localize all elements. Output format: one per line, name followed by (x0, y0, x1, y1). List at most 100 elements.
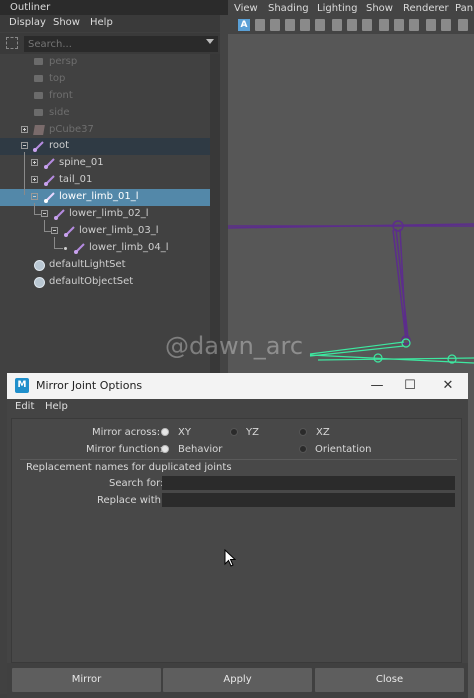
camera-icon (34, 109, 43, 116)
mirror-across-label: Mirror across: (92, 427, 161, 438)
tree-item-label: lower_limb_01_l (59, 191, 139, 202)
mirror-button[interactable]: Mirror (12, 668, 161, 692)
dialog-titlebar[interactable]: M Mirror Joint Options — ☐ ✕ (7, 373, 468, 399)
radio-xy-label[interactable]: XY (178, 427, 191, 438)
tree-item-front[interactable]: front (0, 88, 210, 105)
tree-item-label: pCube37 (49, 124, 94, 135)
search-for-field[interactable] (162, 476, 455, 490)
collapse-icon[interactable] (21, 142, 28, 149)
tree-item-label: persp (49, 56, 78, 67)
dialog-button-bar: Mirror Apply Close (7, 663, 468, 698)
tree-item-persp[interactable]: persp (0, 54, 210, 71)
expand-icon[interactable] (31, 159, 38, 166)
joint-icon (74, 243, 85, 254)
tree-item-pcube37[interactable]: pCube37 (0, 122, 210, 139)
maximize-button[interactable]: ☐ (392, 373, 428, 399)
radio-xz-label[interactable]: XZ (316, 427, 330, 438)
menu-help[interactable]: Help (45, 401, 68, 412)
tree-item-label: side (49, 107, 70, 118)
set-icon (34, 277, 45, 288)
tree-item-lower-limb-04-l[interactable]: lower_limb_04_l (0, 240, 210, 257)
tree-item-top[interactable]: top (0, 71, 210, 88)
tree-item-label: defaultObjectSet (49, 276, 134, 287)
collapse-icon[interactable] (31, 193, 38, 200)
expand-icon[interactable] (21, 126, 28, 133)
tree-item-root[interactable]: root (0, 138, 210, 155)
joint-chain-selected (309, 338, 474, 364)
replace-with-field[interactable] (162, 493, 455, 507)
tree-item-label: front (49, 90, 73, 101)
radio-behavior-label[interactable]: Behavior (178, 444, 222, 455)
tree-guide-line (44, 231, 52, 232)
joint-icon (44, 158, 55, 169)
joint-icon (44, 175, 55, 186)
mirror-joint-options-dialog: M Mirror Joint Options — ☐ ✕ Edit Help M… (7, 373, 468, 698)
search-dropdown-icon[interactable] (206, 39, 214, 44)
maya-app-icon: M (15, 378, 29, 393)
expand-icon[interactable] (31, 176, 38, 183)
tree-item-default-light-set[interactable]: defaultLightSet (0, 257, 210, 274)
search-for-label: Search for: (109, 478, 164, 489)
mirror-function-label: Mirror function: (86, 444, 163, 455)
close-button[interactable]: Close (315, 668, 464, 692)
tree-guide-line (34, 214, 42, 215)
replace-with-label: Replace with: (97, 495, 165, 506)
set-icon (34, 260, 45, 271)
camera-icon (34, 58, 43, 65)
camera-icon (34, 75, 43, 82)
menu-help[interactable]: Help (90, 17, 113, 28)
dialog-title: Mirror Joint Options (36, 379, 143, 392)
tree-item-lower-limb-03-l[interactable]: lower_limb_03_l (0, 223, 210, 240)
joint-icon (33, 141, 44, 152)
joint-chain-purple (228, 220, 474, 345)
outliner-menubar: Display Show Help (0, 15, 220, 32)
tree-item-label: root (49, 140, 70, 151)
apply-button[interactable]: Apply (163, 668, 312, 692)
tree-guide-line (24, 152, 25, 195)
tree-item-label: lower_limb_03_l (79, 225, 159, 236)
radio-orientation-label[interactable]: Orientation (315, 444, 371, 455)
tree-item-label: defaultLightSet (49, 259, 126, 270)
collapse-icon[interactable] (41, 210, 48, 217)
tree-item-label: lower_limb_02_l (69, 208, 149, 219)
watermark-text: @dawn_arc (165, 332, 304, 360)
outliner-title: Outliner (0, 0, 228, 15)
leaf-dot-icon (64, 247, 67, 250)
mouse-cursor-icon (224, 549, 236, 567)
tree-item-lower-limb-01-l[interactable]: lower_limb_01_l (0, 189, 210, 206)
radio-xz[interactable] (299, 428, 307, 436)
collapse-icon[interactable] (51, 227, 58, 234)
tree-item-label: tail_01 (59, 174, 93, 185)
joint-icon (44, 192, 55, 203)
joint-icon (54, 209, 65, 220)
tree-item-default-object-set[interactable]: defaultObjectSet (0, 274, 210, 291)
close-window-button[interactable]: ✕ (430, 373, 466, 399)
filter-icon[interactable] (6, 37, 18, 49)
replacement-section-header: Replacement names for duplicated joints (26, 462, 232, 473)
menu-edit[interactable]: Edit (15, 401, 34, 412)
tree-item-lower-limb-02-l[interactable]: lower_limb_02_l (0, 206, 210, 223)
section-separator (20, 459, 457, 460)
radio-behavior[interactable] (161, 445, 169, 453)
outliner-search-row (0, 33, 220, 55)
dialog-body: Mirror across: XY YZ XZ Mirror function:… (11, 418, 462, 663)
menu-show[interactable]: Show (53, 17, 80, 28)
outliner-search-input[interactable] (24, 36, 218, 52)
mesh-icon (33, 125, 45, 135)
tree-item-side[interactable]: side (0, 105, 210, 122)
dialog-menubar: Edit Help (7, 399, 468, 415)
tree-item-spine-01[interactable]: spine_01 (0, 155, 210, 172)
tree-item-label: lower_limb_04_l (89, 242, 169, 253)
tree-guide-line (54, 248, 63, 249)
menu-display[interactable]: Display (9, 17, 46, 28)
camera-icon (34, 92, 43, 99)
radio-yz[interactable] (230, 428, 238, 436)
tree-item-tail-01[interactable]: tail_01 (0, 172, 210, 189)
radio-orientation[interactable] (299, 445, 307, 453)
tree-item-label: top (49, 73, 66, 84)
radio-xy[interactable] (161, 428, 169, 436)
joint-icon (64, 226, 75, 237)
minimize-button[interactable]: — (359, 373, 395, 399)
tree-item-label: spine_01 (59, 157, 104, 168)
radio-yz-label[interactable]: YZ (246, 427, 259, 438)
